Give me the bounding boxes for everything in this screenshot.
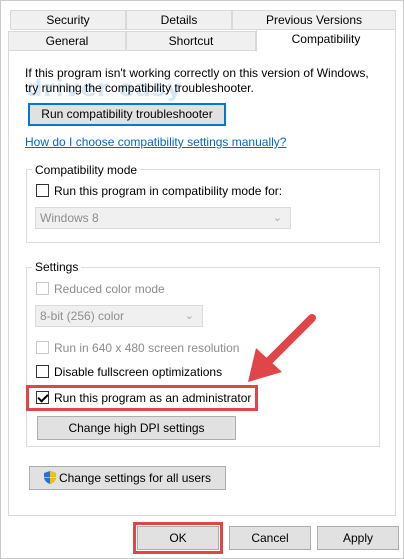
reduced-color-label[interactable]: Reduced color mode: [54, 282, 165, 296]
run-as-admin-checkbox[interactable]: [36, 391, 49, 404]
tab-details[interactable]: Details: [126, 10, 232, 30]
tab-security[interactable]: Security: [10, 10, 126, 30]
manual-settings-link[interactable]: How do I choose compatibility settings m…: [25, 135, 286, 149]
color-depth-select[interactable]: 8-bit (256) color ⌄: [35, 305, 203, 327]
color-depth-value: 8-bit (256) color: [40, 309, 125, 323]
res-640-label[interactable]: Run in 640 x 480 screen resolution: [54, 341, 239, 355]
change-all-users-label: Change settings for all users: [58, 471, 212, 485]
tab-previous-versions[interactable]: Previous Versions: [232, 10, 396, 30]
compat-mode-checkbox-label[interactable]: Run this program in compatibility mode f…: [54, 184, 282, 198]
annotation-arrow: [248, 314, 316, 382]
apply-button[interactable]: Apply: [317, 526, 399, 550]
tab-shortcut[interactable]: Shortcut: [126, 31, 256, 51]
compat-mode-group: [26, 169, 380, 243]
reduced-color-checkbox[interactable]: [36, 282, 49, 295]
ok-button[interactable]: OK: [137, 526, 219, 550]
res-640-checkbox[interactable]: [36, 341, 49, 354]
tab-compatibility[interactable]: Compatibility: [256, 29, 396, 52]
compat-mode-checkbox[interactable]: [36, 184, 49, 197]
change-dpi-button[interactable]: Change high DPI settings: [37, 416, 236, 440]
os-version-select[interactable]: Windows 8 ⌄: [35, 207, 291, 229]
uac-shield-icon: [43, 470, 56, 484]
chevron-down-icon: ⌄: [272, 212, 282, 224]
os-version-value: Windows 8: [40, 211, 99, 225]
compat-mode-label: Compatibility mode: [32, 163, 141, 177]
cancel-button[interactable]: Cancel: [229, 526, 311, 550]
disable-fullscreen-label[interactable]: Disable fullscreen optimizations: [54, 365, 222, 379]
run-as-admin-label[interactable]: Run this program as an administrator: [54, 391, 251, 405]
change-all-users-button[interactable]: Change settings for all users: [29, 466, 226, 490]
intro-text: If this program isn't working correctly …: [25, 66, 369, 95]
disable-fullscreen-checkbox[interactable]: [36, 365, 49, 378]
run-troubleshooter-button[interactable]: Run compatibility troubleshooter: [28, 103, 226, 126]
chevron-down-icon: ⌄: [184, 310, 194, 322]
settings-label: Settings: [32, 260, 82, 274]
tab-general[interactable]: General: [8, 31, 126, 51]
